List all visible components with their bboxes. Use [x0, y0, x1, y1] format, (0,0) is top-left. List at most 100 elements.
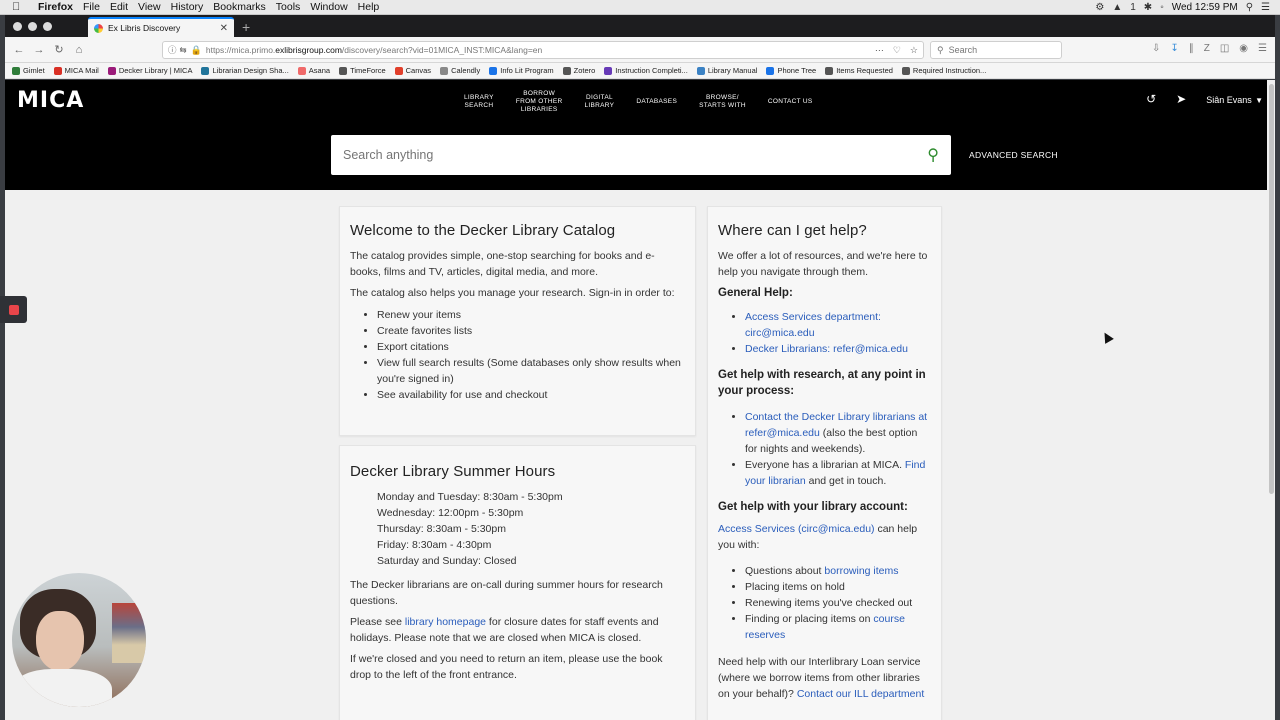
nav-library-search[interactable]: LIBRARY SEARCH [453, 94, 505, 110]
bookmark-item[interactable]: Library Manual [696, 66, 758, 75]
menu-file[interactable]: File [83, 1, 100, 13]
zotero-icon[interactable]: Z [1204, 43, 1210, 54]
bookmark-label: Zotero [573, 66, 596, 75]
menu-tools[interactable]: Tools [276, 1, 301, 13]
search-history-icon[interactable]: ↺ [1146, 92, 1156, 106]
new-tab-button[interactable]: + [242, 19, 250, 37]
menu-app[interactable]: Firefox [38, 1, 73, 13]
bookmark-item[interactable]: Items Requested [825, 66, 893, 75]
permissions-icon[interactable]: ⇆ [180, 45, 187, 56]
bluetooth-icon[interactable]: ✱ [1144, 2, 1152, 13]
url-host: https://mica.primo. [205, 45, 276, 55]
nav-borrow-other-libraries[interactable]: BORROW FROM OTHER LIBRARIES [505, 90, 574, 114]
menu-edit[interactable]: Edit [110, 1, 128, 13]
wifi-icon[interactable]: ◦ [1160, 2, 1164, 13]
browser-tabbar: Ex Libris Discovery ✕ + [5, 15, 1275, 37]
menu-window[interactable]: Window [310, 1, 347, 13]
welcome-title: Welcome to the Decker Library Catalog [350, 222, 616, 239]
list-item: Renew your items [377, 307, 685, 323]
forward-icon[interactable]: → [29, 44, 49, 56]
hours-line: Monday and Tuesday: 8:30am - 5:30pm [377, 491, 563, 503]
borrowing-items-link[interactable]: borrowing items [824, 565, 898, 577]
search-submit-icon[interactable]: ⚲ [927, 145, 939, 165]
back-icon[interactable]: ← [9, 44, 29, 56]
menu-help[interactable]: Help [358, 1, 380, 13]
url-path: /discovery/search?vid=01MICA_INST:MICA&l… [341, 45, 543, 55]
nav-digital-library[interactable]: DIGITAL LIBRARY [574, 94, 626, 110]
download-arrow-icon[interactable]: ↧ [1170, 43, 1178, 54]
bookmark-label: Librarian Design Sha... [212, 66, 289, 75]
reload-icon[interactable]: ↻ [49, 43, 69, 56]
downloads-icon[interactable]: ⇩ [1152, 43, 1160, 54]
bookmark-star-icon[interactable]: ☆ [910, 45, 918, 56]
advanced-search-link[interactable]: ADVANCED SEARCH [969, 150, 1058, 160]
bookmark-item[interactable]: Decker Library | MICA [107, 66, 192, 75]
browser-tab-active[interactable]: Ex Libris Discovery ✕ [88, 17, 234, 37]
browser-search-placeholder: Search [948, 45, 978, 55]
menu-view[interactable]: View [138, 1, 161, 13]
library-homepage-link[interactable]: library homepage [405, 616, 486, 628]
sidebar-icon[interactable]: ◫ [1220, 43, 1229, 54]
nav-databases[interactable]: DATABASES [625, 98, 688, 106]
pocket-icon[interactable]: ♡ [893, 45, 901, 56]
bookmark-item[interactable]: Zotero [562, 66, 596, 75]
bookmark-item[interactable]: Phone Tree [766, 66, 816, 75]
menubar-clock[interactable]: Wed 12:59 PM [1172, 2, 1238, 13]
bookmark-item[interactable]: Canvas [394, 66, 431, 75]
decker-librarians-link[interactable]: Decker Librarians: refer@mica.edu [745, 343, 908, 355]
access-services-link[interactable]: Access Services department: circ@mica.ed… [745, 311, 881, 339]
favorites-pin-icon[interactable]: ➤ [1176, 92, 1186, 106]
bookmark-item[interactable]: Instruction Completi... [604, 66, 688, 75]
window-zoom-button[interactable] [43, 22, 52, 31]
search-icon: ⚲ [937, 44, 944, 55]
window-close-button[interactable] [13, 22, 22, 31]
menu-hamburger-icon[interactable]: ☰ [1258, 43, 1267, 54]
scrollbar-thumb[interactable] [1269, 84, 1274, 494]
user-menu[interactable]: Siân Evans ▼ [1206, 92, 1263, 106]
hours-line: Wednesday: 12:00pm - 5:30pm [377, 507, 524, 519]
list-item: Contact the Decker Library librarians at… [745, 409, 931, 457]
main-search-input[interactable] [343, 148, 928, 162]
menu-history[interactable]: History [171, 1, 204, 13]
main-search-box: ⚲ [331, 135, 951, 175]
nav-browse-starts-with[interactable]: BROWSE/STARTS WITH [688, 94, 757, 110]
menu-bookmarks[interactable]: Bookmarks [213, 1, 266, 13]
status-sync-icon[interactable]: ⚙ [1095, 2, 1104, 13]
browser-search-field[interactable]: ⚲ Search [930, 41, 1062, 59]
site-info-icon[interactable]: ⓘ [168, 44, 177, 56]
ill-department-link[interactable]: Contact our ILL department [797, 688, 924, 700]
bookmark-item[interactable]: MICA Mail [53, 66, 99, 75]
ill-help: Need help with our Interlibrary Loan ser… [718, 656, 925, 700]
bookmark-item[interactable]: Info Lit Program [489, 66, 554, 75]
apple-menu-icon[interactable]:  [12, 1, 28, 13]
bookmark-label: Library Manual [707, 66, 758, 75]
tab-close-icon[interactable]: ✕ [220, 23, 228, 34]
bookmark-item[interactable]: Librarian Design Sha... [201, 66, 289, 75]
hours-title: Decker Library Summer Hours [350, 463, 556, 480]
bookmark-favicon-icon [766, 66, 775, 75]
bookmark-label: Calendly [451, 66, 481, 75]
status-adobe-icon[interactable]: ▲ [1112, 2, 1122, 13]
bookmark-item[interactable]: Gimlet [12, 66, 45, 75]
library-icon[interactable]: ∥ [1189, 43, 1194, 54]
notification-center-icon[interactable]: ☰ [1261, 2, 1270, 13]
window-minimize-button[interactable] [28, 22, 37, 31]
page-scrollbar[interactable] [1267, 80, 1275, 720]
bookmark-favicon-icon [489, 66, 498, 75]
home-icon[interactable]: ⌂ [69, 44, 89, 56]
bookmark-item[interactable]: Required Instruction... [901, 66, 986, 75]
page-actions-icon[interactable]: ⋯ [875, 45, 884, 56]
url-bar[interactable]: ⓘ ⇆ 🔒 https://mica.primo. exlibrisgroup.c… [162, 41, 924, 59]
webcam-person-body [12, 669, 112, 707]
bookmark-item[interactable]: TimeForce [339, 66, 386, 75]
mica-logo[interactable]: MICA [17, 88, 84, 113]
nav-contact-us[interactable]: CONTACT US [757, 98, 824, 106]
screen-recording-stop-button[interactable] [0, 296, 27, 323]
lock-icon[interactable]: 🔒 [191, 45, 202, 56]
extension-icon[interactable]: ◉ [1239, 43, 1248, 54]
bookmark-item[interactable]: Calendly [440, 66, 480, 75]
bookmark-label: Items Requested [836, 66, 893, 75]
spotlight-search-icon[interactable]: ⚲ [1246, 2, 1253, 13]
access-services-email-link[interactable]: Access Services (circ@mica.edu) [718, 523, 875, 535]
bookmark-item[interactable]: Asana [297, 66, 330, 75]
